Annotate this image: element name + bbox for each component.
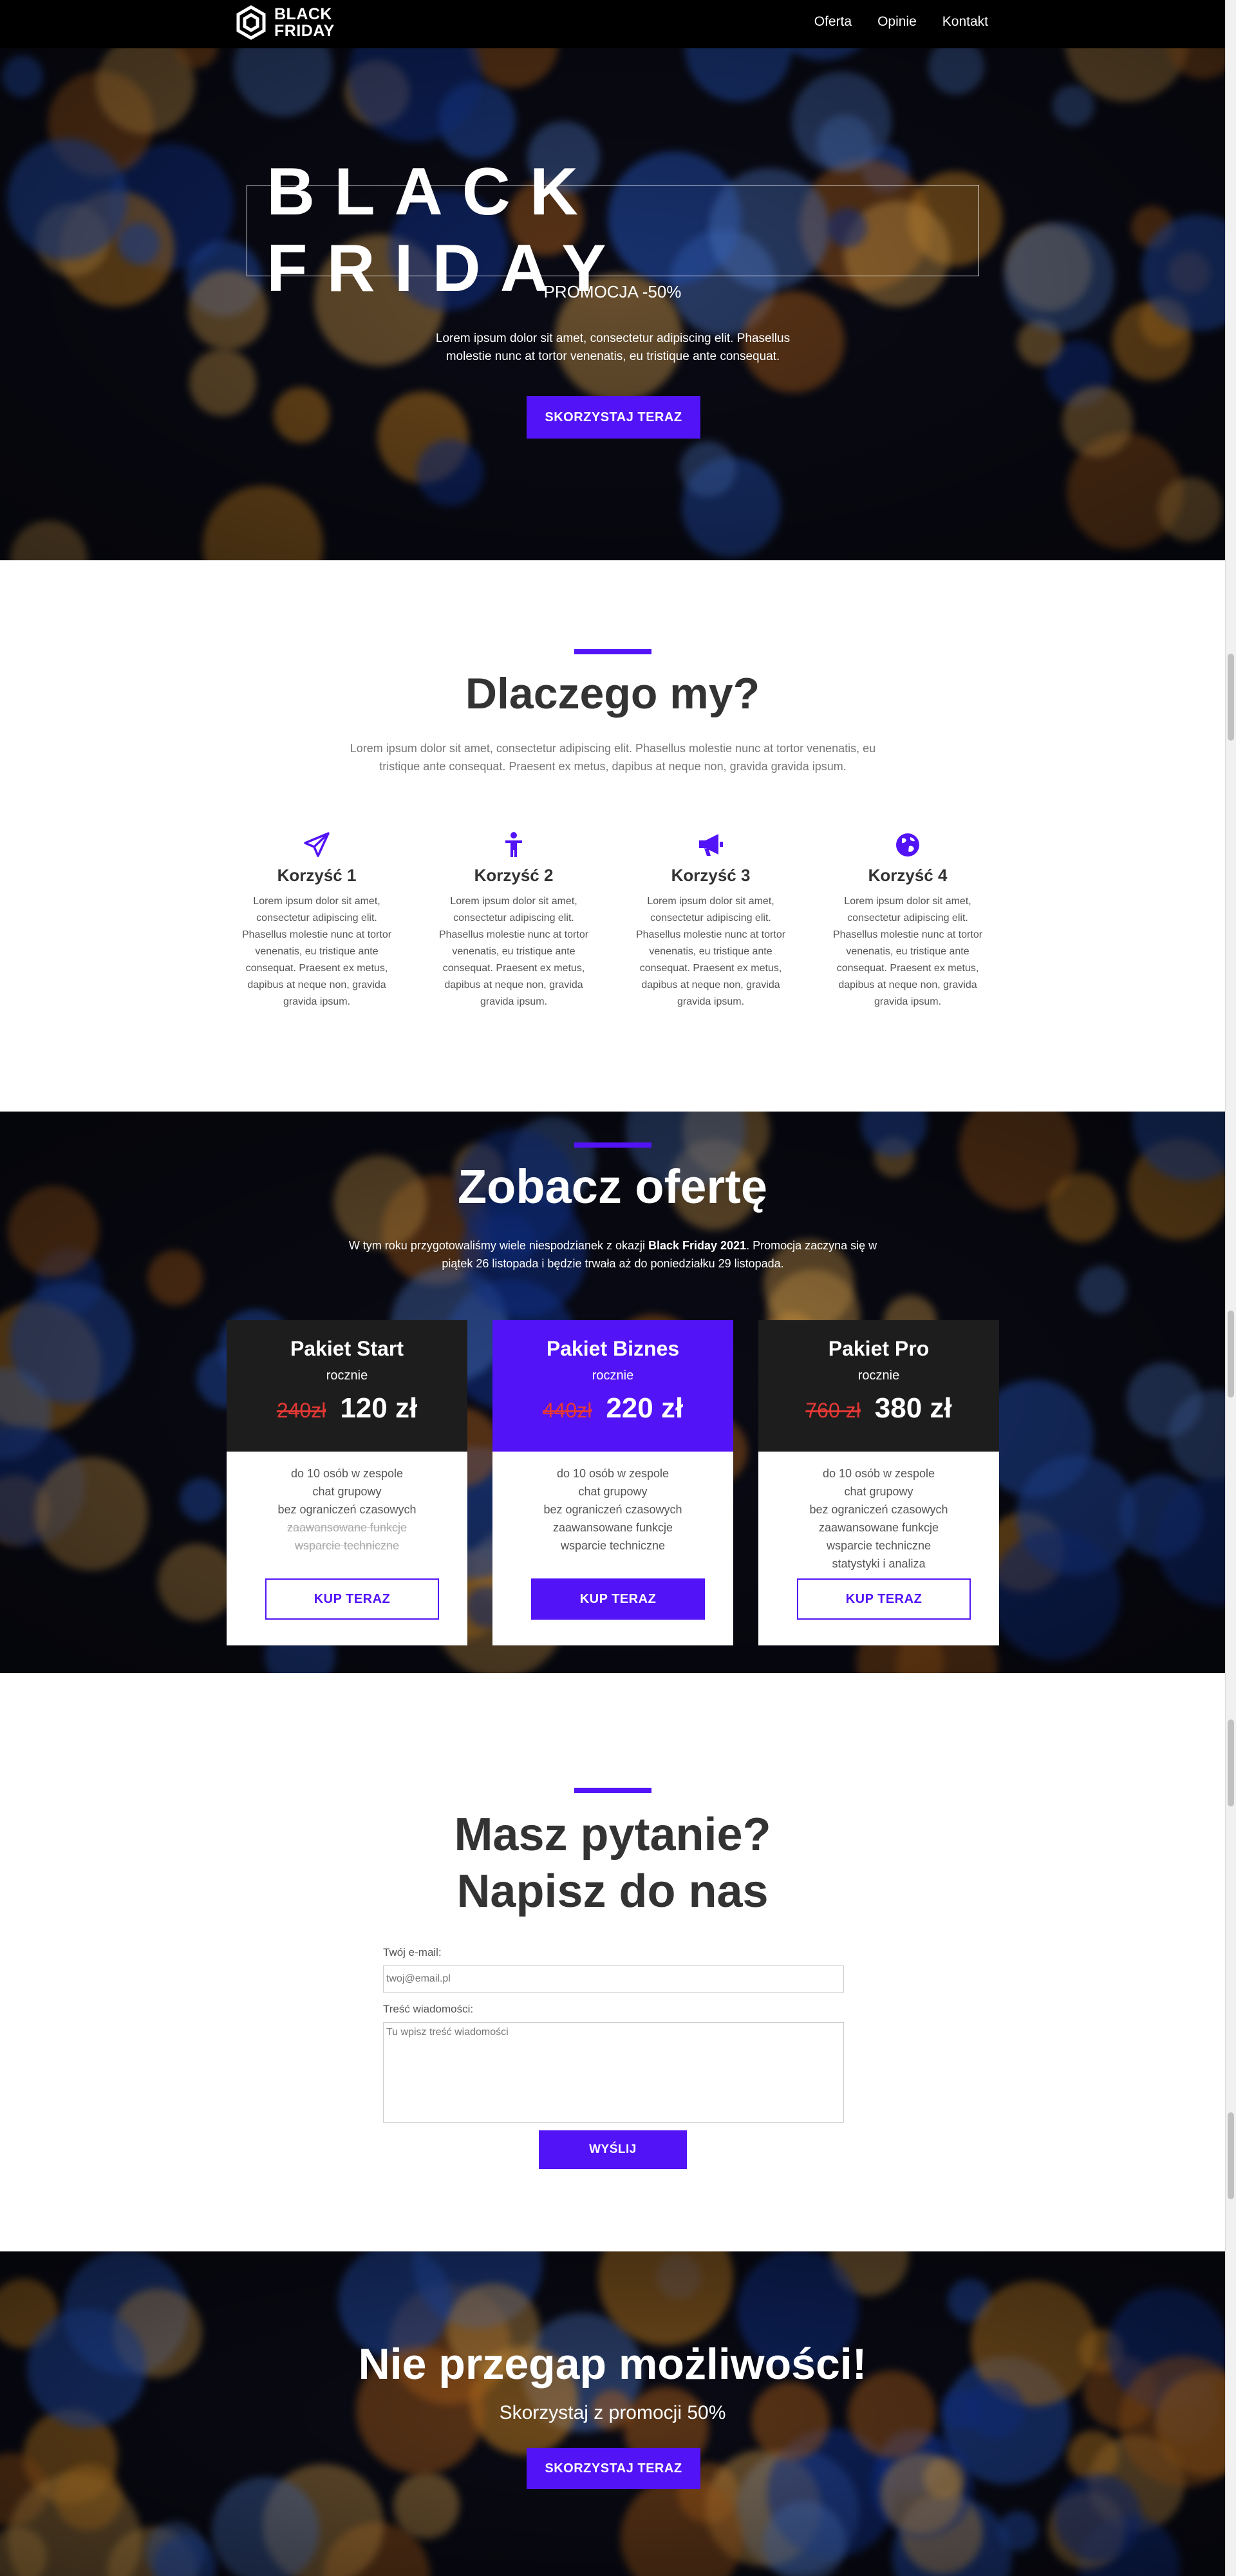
why-description: Lorem ipsum dolor sit amet, consectetur …	[350, 742, 876, 773]
nav-link-kontakt[interactable]: Kontakt	[942, 14, 988, 30]
paper-plane-icon	[304, 832, 330, 857]
brand-line-2: FRIDAY	[274, 22, 335, 40]
feature-item: do 10 osób w zespole	[556, 1467, 670, 1480]
nav-link-oferta[interactable]: Oferta	[814, 14, 852, 30]
plan-price: 240zł 120 zł	[227, 1392, 467, 1425]
feature-item: chat grupowy	[312, 1485, 382, 1498]
contact-title: Masz pytanie? Napisz do nas	[0, 1806, 1225, 1920]
feature-item: do 10 osób w zespole	[822, 1467, 935, 1480]
plan-period: rocznie	[857, 1368, 900, 1383]
cta-title: Nie przegap możliwości!	[358, 2340, 867, 2389]
plan-features: do 10 osób w zespole chat grupowy bez og…	[492, 1452, 733, 1555]
cta-subtitle: Skorzystaj z promocji 50%	[499, 2402, 726, 2423]
buy-start-button[interactable]: KUP TERAZ	[265, 1578, 439, 1620]
new-price: 220 zł	[606, 1392, 684, 1424]
buy-pro-button[interactable]: KUP TERAZ	[797, 1578, 971, 1620]
benefit-3: Korzyść 3 Lorem ipsum dolor sit amet, co…	[631, 831, 791, 1010]
plan-name: Pakiet Biznes	[546, 1337, 680, 1360]
benefit-1: Korzyść 1 Lorem ipsum dolor sit amet, co…	[237, 831, 397, 1010]
person-icon	[505, 832, 522, 857]
benefit-title: Korzyść 4	[868, 866, 948, 885]
benefit-text: Lorem ipsum dolor sit amet, consectetur …	[438, 896, 589, 1007]
pricing-card-header: Pakiet Biznes rocznie 440zł 220 zł	[492, 1320, 733, 1452]
feature-item-unavailable: wsparcie techniczne	[294, 1539, 400, 1552]
benefit-text: Lorem ipsum dolor sit amet, consectetur …	[635, 896, 786, 1007]
hero-title-frame: BLACK FRIDAY	[247, 155, 979, 306]
old-price: 240zł	[276, 1399, 326, 1422]
brand-name: BLACK FRIDAY	[274, 6, 335, 39]
feature-item: chat grupowy	[578, 1485, 648, 1498]
scrollbar-thumb[interactable]	[1228, 1719, 1234, 1806]
benefit-title: Korzyść 1	[277, 866, 357, 885]
plan-features: do 10 osób w zespole chat grupowy bez og…	[227, 1452, 467, 1555]
offer-text-before: W tym roku przygotowaliśmy wiele niespod…	[348, 1239, 648, 1252]
scrollbar-thumb[interactable]	[1228, 2112, 1234, 2199]
why-title: Dlaczego my?	[465, 669, 760, 718]
benefit-text: Lorem ipsum dolor sit amet, consectetur …	[241, 896, 392, 1007]
pricing-card-biznes: Pakiet Biznes rocznie 440zł 220 zł do 10…	[492, 1320, 733, 1645]
old-price: 440zł	[542, 1399, 592, 1422]
contact-title-line-2: Napisz do nas	[456, 1866, 769, 1917]
send-button[interactable]: WYŚLIJ	[539, 2130, 687, 2169]
page-scrollbar[interactable]	[1225, 0, 1236, 2576]
benefit-4: Korzyść 4 Lorem ipsum dolor sit amet, co…	[828, 831, 988, 1010]
new-price: 120 zł	[340, 1392, 418, 1424]
pricing-card-pro: Pakiet Pro rocznie 760 zł 380 zł do 10 o…	[758, 1320, 999, 1645]
brand-logo[interactable]: BLACK FRIDAY	[236, 5, 335, 40]
benefit-title: Korzyść 3	[671, 866, 751, 885]
feature-item: bez ograniczeń czasowych	[277, 1503, 417, 1516]
scrollbar-thumb[interactable]	[1228, 1311, 1234, 1397]
brand-line-1: BLACK	[274, 5, 332, 23]
hexagon-logo-icon	[236, 5, 266, 40]
hero-cta-button[interactable]: SKORZYSTAJ TERAZ	[527, 396, 700, 439]
new-price: 380 zł	[874, 1392, 952, 1424]
pricing-card-header: Pakiet Start rocznie 240zł 120 zł	[227, 1320, 467, 1452]
pricing-card-header: Pakiet Pro rocznie 760 zł 380 zł	[758, 1320, 999, 1452]
nav-link-opinie[interactable]: Opinie	[877, 14, 917, 30]
email-label: Twój e-mail:	[383, 1946, 442, 1958]
globe-icon	[896, 833, 919, 857]
hero-subtitle: PROMOCJA -50%	[543, 282, 682, 301]
why-accent-bar	[574, 649, 651, 654]
plan-features: do 10 osób w zespole chat grupowy bez og…	[758, 1452, 999, 1573]
benefit-title: Korzyść 2	[474, 866, 554, 885]
pricing-card-start: Pakiet Start rocznie 240zł 120 zł do 10 …	[227, 1320, 467, 1645]
contact-title-line-1: Masz pytanie?	[454, 1809, 771, 1861]
plan-price: 760 zł 380 zł	[758, 1392, 999, 1425]
offer-accent-bar	[574, 1142, 651, 1148]
megaphone-icon	[699, 834, 723, 856]
old-price: 760 zł	[805, 1399, 861, 1422]
email-field[interactable]	[383, 1965, 844, 1993]
feature-item: bez ograniczeń czasowych	[543, 1503, 682, 1516]
feature-item: do 10 osób w zespole	[290, 1467, 404, 1480]
offer-text-bold: Black Friday 2021	[648, 1239, 747, 1252]
scrollbar-thumb[interactable]	[1228, 654, 1234, 741]
contact-accent-bar	[574, 1788, 651, 1793]
feature-item-unavailable: zaawansowane funkcje	[286, 1521, 407, 1534]
buy-biznes-button[interactable]: KUP TERAZ	[531, 1578, 705, 1620]
main-nav: Oferta Opinie Kontakt	[814, 14, 988, 30]
plan-period: rocznie	[326, 1368, 368, 1383]
top-navbar: BLACK FRIDAY Oferta Opinie Kontakt	[0, 0, 1225, 48]
hero-description: Lorem ipsum dolor sit amet, consectetur …	[435, 332, 791, 363]
plan-name: Pakiet Start	[290, 1337, 404, 1360]
feature-item: bez ograniczeń czasowych	[809, 1503, 948, 1516]
feature-item: chat grupowy	[844, 1485, 913, 1498]
offer-title: Zobacz ofertę	[457, 1160, 768, 1213]
offer-description: W tym roku przygotowaliśmy wiele niespod…	[348, 1236, 878, 1273]
cta-button[interactable]: SKORZYSTAJ TERAZ	[527, 2448, 700, 2489]
feature-item: wsparcie techniczne	[826, 1539, 932, 1552]
feature-item: wsparcie techniczne	[560, 1539, 666, 1552]
plan-name: Pakiet Pro	[828, 1337, 930, 1360]
plan-price: 440zł 220 zł	[492, 1392, 733, 1425]
benefit-2: Korzyść 2 Lorem ipsum dolor sit amet, co…	[434, 831, 594, 1010]
feature-item: zaawansowane funkcje	[818, 1521, 939, 1534]
feature-item: statystyki i analiza	[832, 1557, 926, 1570]
message-field[interactable]	[383, 2022, 844, 2123]
benefit-text: Lorem ipsum dolor sit amet, consectetur …	[832, 896, 983, 1007]
plan-period: rocznie	[592, 1368, 634, 1383]
feature-item: zaawansowane funkcje	[552, 1521, 673, 1534]
message-label: Treść wiadomości:	[383, 2003, 474, 2015]
